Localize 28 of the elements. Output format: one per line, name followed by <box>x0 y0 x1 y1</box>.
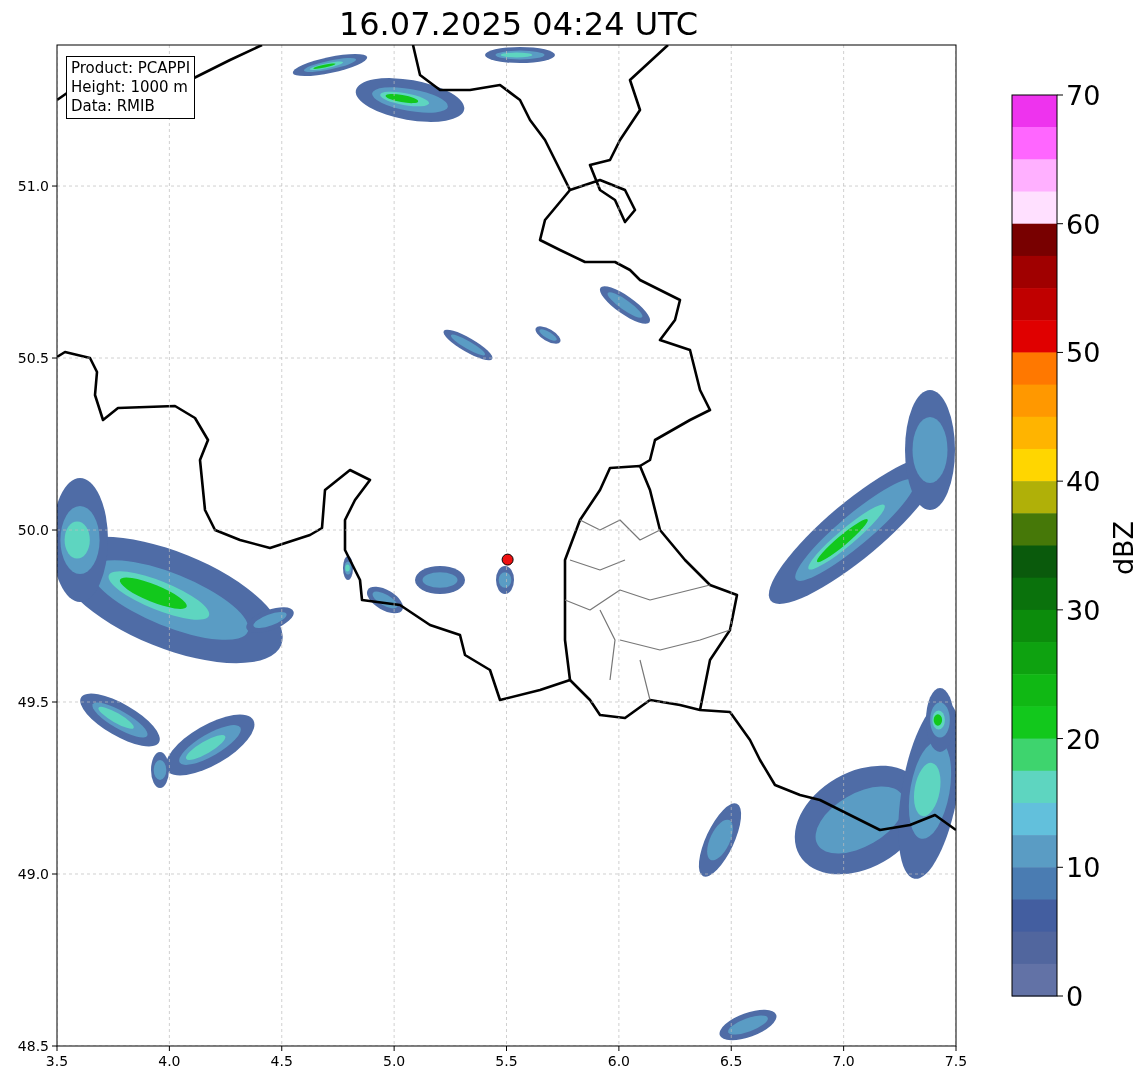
colorbar-tick-label: 50 <box>1066 337 1101 369</box>
colorbar-label: dBZ <box>1108 520 1139 576</box>
colorbar-tick-label: 40 <box>1066 466 1101 498</box>
tick-label: 50.0 <box>17 522 49 538</box>
tick-label: 7.0 <box>832 1053 855 1069</box>
info-text: Height: 1000 m <box>71 78 189 97</box>
colorbar-tick-label: 70 <box>1066 80 1101 111</box>
colorbar-tick-label: 20 <box>1066 723 1101 755</box>
colorbar-tick-label: 10 <box>1066 852 1101 884</box>
tick-label: 50.5 <box>17 350 49 367</box>
tick-label: 48.5 <box>17 1038 49 1054</box>
tick-label: 4.0 <box>158 1053 181 1069</box>
tick-label: 3.5 <box>45 1053 69 1069</box>
colorbar-tick-label: 0 <box>1066 981 1084 1012</box>
tick-label: 7.5 <box>944 1053 968 1069</box>
tick-label: 5.0 <box>383 1053 406 1069</box>
colorbar-tick-label: 30 <box>1066 594 1101 626</box>
info-text: Data: RMIB <box>71 97 156 116</box>
tick-label: 4.5 <box>270 1053 293 1069</box>
tick-label: 49.5 <box>17 694 49 710</box>
chart-title: 16.07.2025 04:24 UTC <box>338 4 699 44</box>
tick-label: 5.5 <box>495 1053 518 1069</box>
tick-label: 6.5 <box>720 1053 743 1069</box>
tick-label: 49.0 <box>17 866 49 882</box>
info-text: Product: PCAPPI <box>71 59 191 78</box>
tick-label: 51.0 <box>17 178 49 195</box>
tick-label: 6.0 <box>607 1053 630 1069</box>
colorbar-tick-label: 60 <box>1066 208 1101 240</box>
